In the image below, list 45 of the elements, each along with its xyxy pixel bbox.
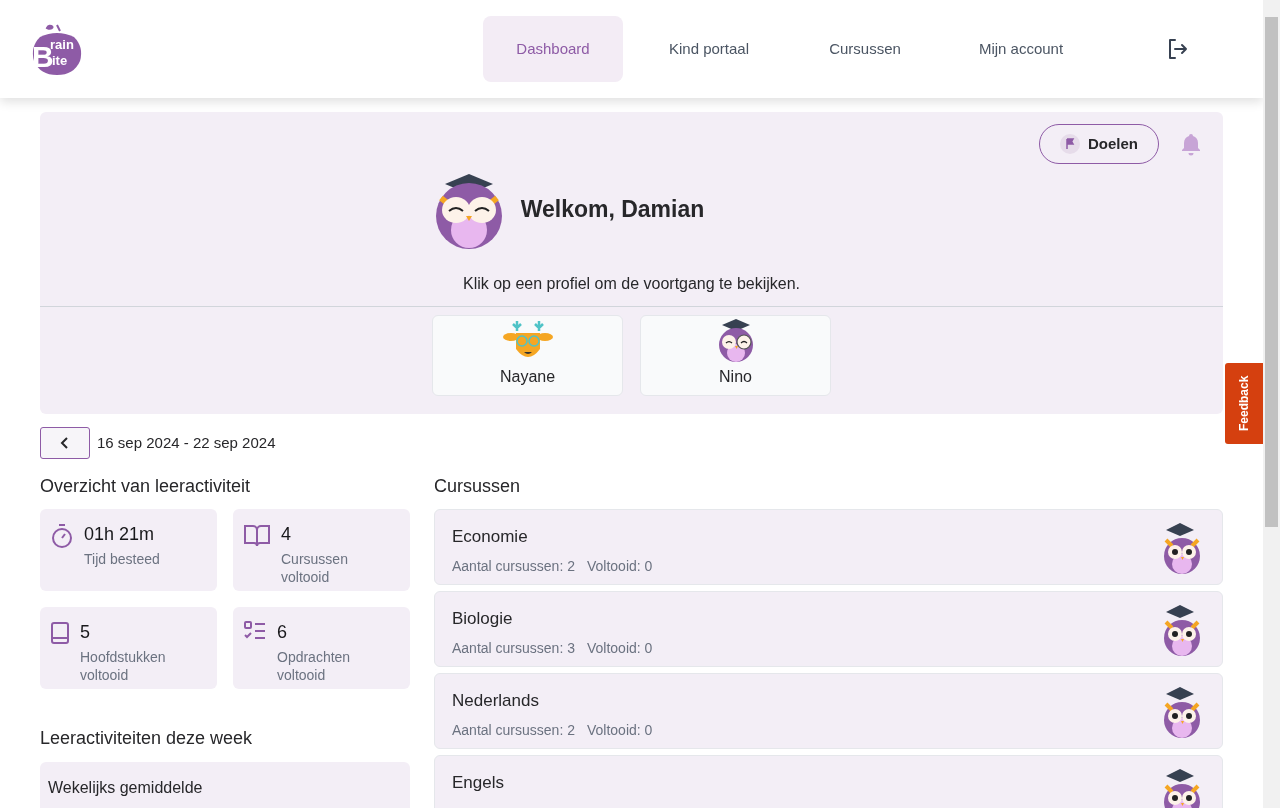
- course-title: Engels: [452, 772, 504, 794]
- profile-card[interactable]: Nayane: [432, 315, 623, 396]
- stat-value: 4: [281, 523, 292, 546]
- feedback-tab[interactable]: Feedback: [1225, 363, 1263, 444]
- section-heading: Overzicht van leeractiviteit: [40, 475, 252, 498]
- scrollbar[interactable]: [1263, 0, 1280, 808]
- section-heading: Leeractiviteiten deze week: [40, 727, 254, 750]
- course-title: Biologie: [452, 608, 514, 630]
- course-card[interactable]: Nederlands Aantal cursussen: 2 Voltooid: 0: [434, 673, 1223, 749]
- flag-icon: [1060, 134, 1080, 154]
- stat-value: 01h 21m: [84, 523, 156, 546]
- nav-link[interactable]: Mijn account: [951, 16, 1091, 82]
- stat-label: Tijd besteed: [84, 550, 161, 568]
- stat-value: 5: [80, 621, 91, 644]
- stat-value: 6: [277, 621, 288, 644]
- course-title: Economie: [452, 526, 529, 548]
- course-count: Aantal cursussen: 3: [452, 638, 575, 658]
- stat-label: Opdrachten voltooid: [277, 648, 352, 684]
- course-title: Nederlands: [452, 690, 540, 712]
- completed-count: Voltooid: 0: [586, 638, 653, 658]
- welcome-heading: Welkom, Damian: [520, 194, 705, 224]
- stat-label: Hoofdstukken voltooid: [80, 648, 167, 684]
- course-card[interactable]: Engels: [434, 755, 1223, 808]
- stopwatch-icon: [50, 523, 74, 549]
- profile-card[interactable]: Nino: [640, 315, 831, 396]
- course-count: Aantal cursussen: 2: [452, 720, 575, 740]
- profile-name: Nayane: [499, 367, 556, 387]
- open-book-icon: [243, 523, 271, 549]
- card-title: Wekelijks gemiddelde: [48, 779, 203, 796]
- nav-link[interactable]: Cursussen: [795, 16, 935, 82]
- checklist-icon: [243, 621, 267, 641]
- stat-label: Cursussen voltooid: [281, 550, 349, 586]
- course-card[interactable]: Economie Aantal cursussen: 2 Voltooid: 0: [434, 509, 1223, 585]
- completed-count: Voltooid: 0: [586, 556, 653, 576]
- nav-link[interactable]: Dashboard: [483, 16, 623, 82]
- profile-name: Nino: [719, 367, 752, 387]
- previous-week-button[interactable]: [40, 427, 90, 459]
- instruction-text: Klik op een profiel om de voortgang te bekijken.: [461, 274, 802, 294]
- completed-count: Voltooid: 0: [586, 720, 653, 740]
- section-heading: Cursussen: [434, 475, 522, 498]
- nav-link[interactable]: Kind portaal: [639, 16, 779, 82]
- course-card[interactable]: Biologie Aantal cursussen: 3 Voltooid: 0: [434, 591, 1223, 667]
- course-count: Aantal cursussen: 2: [452, 556, 575, 576]
- date-range: 16 sep 2024 - 22 sep 2024: [97, 432, 276, 453]
- book-icon: [50, 621, 70, 645]
